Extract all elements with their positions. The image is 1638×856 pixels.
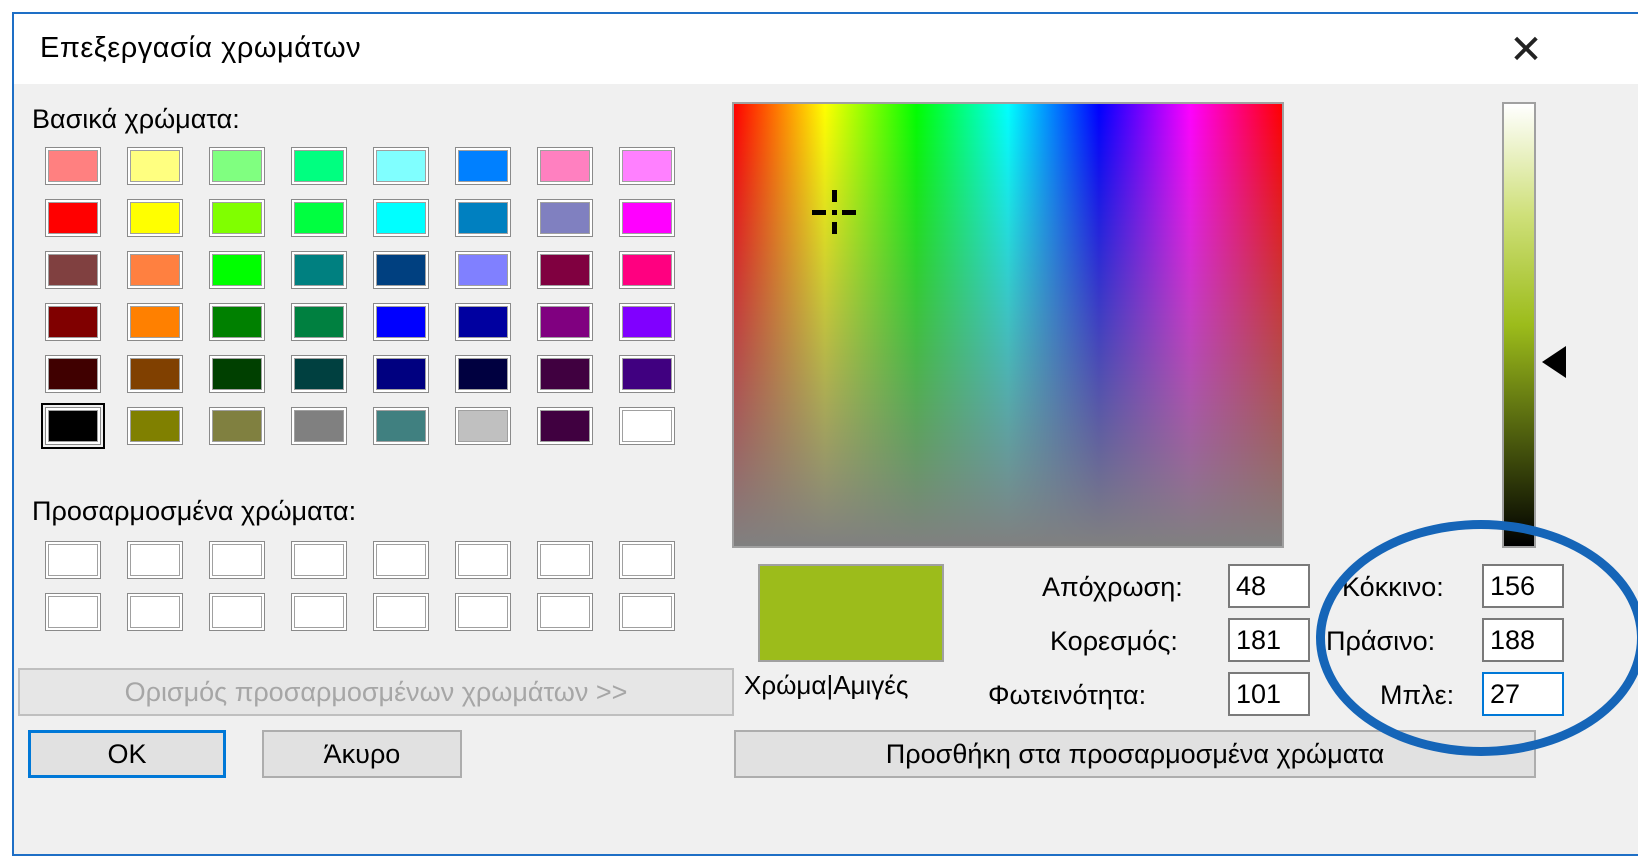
basic-color-swatch[interactable] bbox=[210, 148, 264, 184]
basic-color-swatch[interactable] bbox=[41, 403, 105, 449]
basic-color-swatch[interactable] bbox=[374, 252, 428, 288]
custom-color-swatch[interactable] bbox=[292, 594, 346, 630]
custom-color-swatch[interactable] bbox=[620, 594, 674, 630]
basic-color-swatch[interactable] bbox=[128, 200, 182, 236]
ok-button[interactable]: OK bbox=[28, 730, 226, 778]
custom-color-swatch[interactable] bbox=[46, 594, 100, 630]
add-to-custom-colors-button[interactable]: Προσθήκη στα προσαρμοσμένα χρώματα bbox=[734, 730, 1536, 778]
define-custom-colors-button[interactable]: Ορισμός προσαρμοσμένων χρωμάτων >> bbox=[18, 668, 734, 716]
basic-color-swatch[interactable] bbox=[210, 356, 264, 392]
basic-color-swatch[interactable] bbox=[620, 252, 674, 288]
basic-color-swatch[interactable] bbox=[620, 408, 674, 444]
blue-label: Μπλε: bbox=[1380, 680, 1455, 710]
basic-color-swatch[interactable] bbox=[292, 356, 346, 392]
basic-color-swatch[interactable] bbox=[374, 304, 428, 340]
green-label: Πράσινο: bbox=[1326, 626, 1436, 656]
basic-color-swatch[interactable] bbox=[374, 200, 428, 236]
blue-input[interactable] bbox=[1482, 672, 1564, 716]
edit-colors-dialog: Επεξεργασία χρωμάτων ✕ Βασικά χρώματα: Π… bbox=[12, 12, 1638, 856]
hue-label: Απόχρωση: bbox=[1042, 572, 1183, 602]
basic-color-swatch[interactable] bbox=[128, 304, 182, 340]
custom-color-swatch[interactable] bbox=[210, 542, 264, 578]
luminosity-label: Φωτεινότητα: bbox=[988, 680, 1147, 710]
spectrum-saturation-layer bbox=[734, 104, 1282, 546]
basic-color-swatch[interactable] bbox=[210, 252, 264, 288]
custom-color-swatch[interactable] bbox=[128, 542, 182, 578]
custom-color-swatch[interactable] bbox=[538, 594, 592, 630]
basic-color-swatch[interactable] bbox=[374, 148, 428, 184]
basic-color-swatch[interactable] bbox=[292, 252, 346, 288]
red-input[interactable] bbox=[1482, 564, 1564, 608]
basic-color-swatch[interactable] bbox=[210, 304, 264, 340]
basic-color-swatch[interactable] bbox=[538, 252, 592, 288]
basic-color-swatch[interactable] bbox=[374, 408, 428, 444]
basic-color-swatch[interactable] bbox=[128, 148, 182, 184]
hue-input[interactable] bbox=[1228, 564, 1310, 608]
basic-color-swatch[interactable] bbox=[456, 408, 510, 444]
color-solid-label: Χρώμα|Αμιγές bbox=[744, 670, 909, 700]
basic-color-swatch[interactable] bbox=[538, 304, 592, 340]
basic-color-swatch[interactable] bbox=[620, 356, 674, 392]
basic-color-swatch[interactable] bbox=[456, 304, 510, 340]
basic-color-swatch[interactable] bbox=[620, 304, 674, 340]
basic-color-swatch[interactable] bbox=[210, 408, 264, 444]
basic-color-swatch[interactable] bbox=[128, 356, 182, 392]
basic-color-swatch[interactable] bbox=[456, 252, 510, 288]
saturation-label: Κορεσμός: bbox=[1050, 626, 1178, 656]
basic-color-swatch[interactable] bbox=[46, 356, 100, 392]
color-spectrum[interactable] bbox=[732, 102, 1284, 548]
basic-color-swatch[interactable] bbox=[46, 200, 100, 236]
basic-color-swatch[interactable] bbox=[46, 148, 100, 184]
basic-color-swatch[interactable] bbox=[456, 200, 510, 236]
custom-color-swatch[interactable] bbox=[292, 542, 346, 578]
basic-colors-label: Βασικά χρώματα: bbox=[32, 104, 240, 134]
basic-color-swatch[interactable] bbox=[538, 356, 592, 392]
custom-color-swatch[interactable] bbox=[620, 542, 674, 578]
basic-color-swatch[interactable] bbox=[620, 148, 674, 184]
custom-color-swatch[interactable] bbox=[46, 542, 100, 578]
luminosity-slider-arrow-icon[interactable] bbox=[1542, 346, 1566, 378]
saturation-input[interactable] bbox=[1228, 618, 1310, 662]
custom-color-swatch[interactable] bbox=[456, 542, 510, 578]
title-bar: Επεξεργασία χρωμάτων ✕ bbox=[14, 14, 1638, 84]
crosshair-icon[interactable] bbox=[812, 190, 856, 234]
custom-color-swatch[interactable] bbox=[210, 594, 264, 630]
close-icon[interactable]: ✕ bbox=[1496, 22, 1556, 78]
basic-color-swatch[interactable] bbox=[128, 408, 182, 444]
basic-color-swatch[interactable] bbox=[46, 304, 100, 340]
basic-color-swatch[interactable] bbox=[538, 200, 592, 236]
cancel-button[interactable]: Άκυρο bbox=[262, 730, 462, 778]
custom-color-swatch[interactable] bbox=[456, 594, 510, 630]
red-label: Κόκκινο: bbox=[1342, 572, 1444, 602]
basic-color-swatch[interactable] bbox=[292, 148, 346, 184]
custom-color-swatch[interactable] bbox=[538, 542, 592, 578]
basic-color-swatch[interactable] bbox=[374, 356, 428, 392]
basic-color-swatch[interactable] bbox=[210, 200, 264, 236]
luminosity-input[interactable] bbox=[1228, 672, 1310, 716]
basic-color-swatch[interactable] bbox=[292, 200, 346, 236]
custom-color-swatch[interactable] bbox=[374, 594, 428, 630]
green-input[interactable] bbox=[1482, 618, 1564, 662]
basic-color-swatch[interactable] bbox=[538, 408, 592, 444]
basic-color-swatch[interactable] bbox=[538, 148, 592, 184]
basic-color-swatch[interactable] bbox=[620, 200, 674, 236]
color-preview bbox=[758, 564, 944, 662]
custom-color-swatch[interactable] bbox=[128, 594, 182, 630]
basic-color-swatch[interactable] bbox=[46, 252, 100, 288]
dialog-title: Επεξεργασία χρωμάτων bbox=[40, 32, 362, 64]
basic-color-swatch[interactable] bbox=[292, 408, 346, 444]
basic-color-swatch[interactable] bbox=[456, 148, 510, 184]
custom-color-swatch[interactable] bbox=[374, 542, 428, 578]
basic-color-swatch[interactable] bbox=[292, 304, 346, 340]
basic-color-swatch[interactable] bbox=[128, 252, 182, 288]
luminosity-bar[interactable] bbox=[1502, 102, 1536, 548]
custom-colors-label: Προσαρμοσμένα χρώματα: bbox=[32, 496, 357, 526]
basic-color-swatch[interactable] bbox=[456, 356, 510, 392]
